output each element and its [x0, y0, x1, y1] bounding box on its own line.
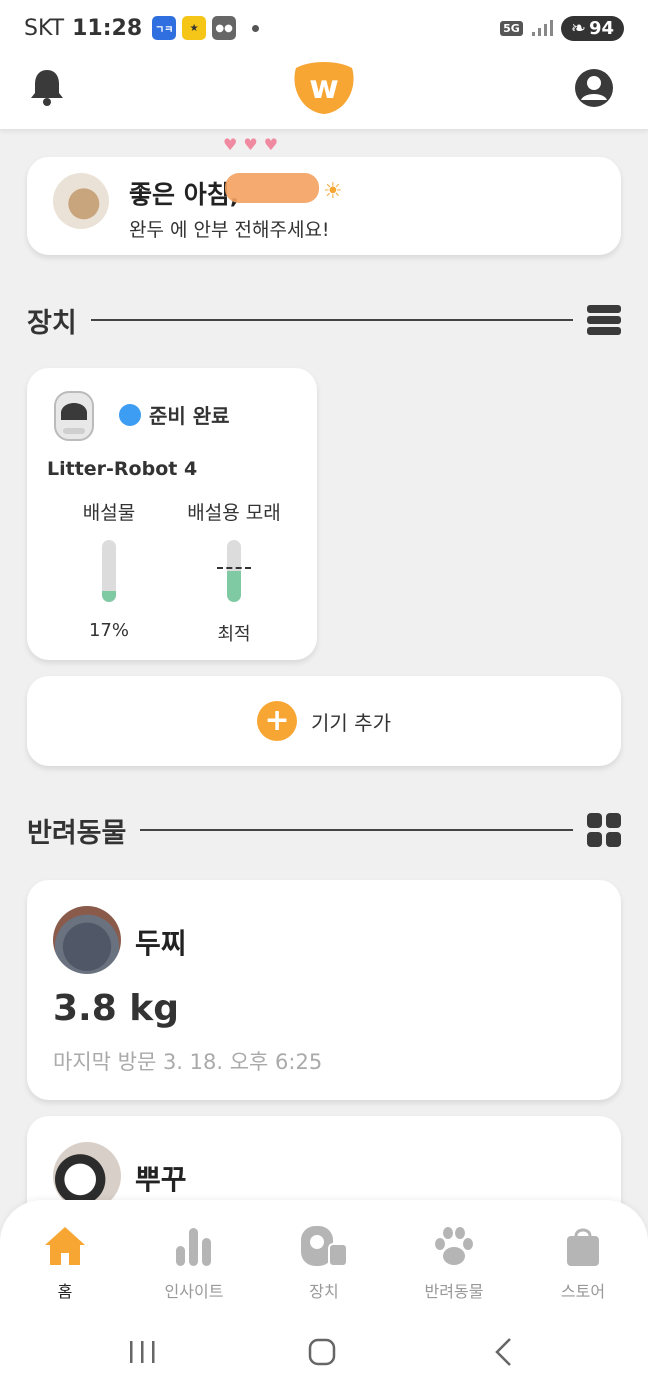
nav-label: 장치: [309, 1282, 339, 1301]
nav-label: 스토어: [560, 1282, 606, 1301]
store-bag-icon: [567, 1228, 599, 1266]
clock: 11:28: [72, 15, 143, 41]
recent-apps-icon[interactable]: [122, 1335, 162, 1369]
wandu-logo: w: [294, 62, 354, 114]
plus-icon: +: [257, 701, 298, 741]
home-button-icon[interactable]: [302, 1335, 342, 1369]
battery-leaf-icon: ❧: [570, 17, 586, 39]
divider: [140, 829, 573, 831]
insights-icon: [176, 1228, 211, 1266]
sun-icon: ☀: [323, 179, 343, 204]
greeting-title: 좋은 아침,: [129, 180, 240, 209]
section-title: 반려동물: [27, 817, 127, 849]
greeting-subtitle: 완두 에 안부 전해주세요!: [129, 219, 330, 241]
pet-name: 뿌꾸: [135, 1163, 187, 1196]
list-view-icon[interactable]: [587, 303, 621, 337]
litter-gauge: [227, 540, 241, 602]
waste-gauge-fill: [102, 591, 116, 602]
waste-label: 배설물: [82, 502, 136, 524]
device-icon: [301, 1226, 348, 1267]
device-status: 준비 완료: [149, 404, 230, 428]
system-navigation-bar: [0, 1315, 648, 1390]
nav-label: 반려동물: [424, 1282, 484, 1301]
app-icon-blue: ㄱㅋ: [152, 16, 177, 40]
profile-icon[interactable]: [574, 68, 614, 108]
app-icon-yellow: ★: [182, 16, 207, 40]
nav-label: 인사이트: [164, 1282, 224, 1301]
battery-level: 94: [588, 17, 614, 39]
pets-section-header: 반려동물: [27, 810, 621, 850]
nav-item-store[interactable]: 스토어: [528, 1224, 638, 1302]
pet-avatar: [53, 906, 121, 974]
back-icon[interactable]: [484, 1335, 524, 1369]
nav-item-devices[interactable]: 장치: [269, 1224, 379, 1302]
divider: [90, 319, 573, 321]
home-icon: [45, 1227, 85, 1265]
pet-weight: 3.8 kg: [53, 988, 180, 1029]
nav-item-insights[interactable]: 인사이트: [139, 1224, 249, 1302]
notification-icons: ㄱㅋ ★ ●●: [152, 16, 260, 40]
paw-icon: [435, 1227, 473, 1265]
device-name: Litter-Robot 4: [47, 458, 198, 480]
carrier: SKT: [24, 15, 65, 41]
bell-icon[interactable]: [26, 66, 68, 108]
waste-value: 17%: [88, 620, 129, 641]
status-indicator: [119, 404, 141, 426]
nav-item-home[interactable]: 홈: [10, 1224, 120, 1302]
avatar: [53, 173, 109, 229]
greeting-card: ♥♥♥ 좋은 아침, ☀ 완두 에 안부 전해주세요!: [27, 135, 621, 255]
network-indicator: 5G: [500, 20, 523, 36]
pet-name: 두찌: [135, 927, 187, 960]
app-icon-people: ●●: [212, 16, 237, 40]
pet-card[interactable]: 두찌 3.8 kg 마지막 방문 3. 18. 오후 6:25: [27, 880, 621, 1100]
add-device-button[interactable]: + 기기 추가: [27, 676, 621, 766]
battery-indicator: ❧ 94: [560, 15, 624, 41]
grid-view-icon[interactable]: [587, 813, 621, 847]
pet-last-visit: 마지막 방문 3. 18. 오후 6:25: [53, 1050, 323, 1074]
nav-label: 홈: [57, 1282, 73, 1301]
hearts-sticker-icon: ♥♥♥: [223, 135, 285, 154]
nav-item-pets[interactable]: 반려동물: [399, 1224, 509, 1302]
app-header: w: [0, 56, 648, 130]
litter-label: 배설용 모래: [187, 502, 281, 524]
more-notifications-dot: [252, 24, 260, 32]
signal-icon: [531, 20, 553, 36]
section-title: 장치: [27, 307, 77, 339]
logo-letter: w: [309, 68, 339, 106]
status-bar: SKT 11:28 ㄱㅋ ★ ●● 5G ❧ 94: [0, 0, 648, 56]
litter-optimal-marker: [217, 567, 251, 569]
waste-gauge: [102, 540, 116, 602]
device-card[interactable]: 준비 완료 Litter-Robot 4 배설물 17% 배설용 모래 최적: [27, 368, 317, 660]
add-device-label: 기기 추가: [311, 710, 391, 735]
litter-value: 최적: [217, 624, 251, 645]
litter-robot-icon: [54, 391, 94, 441]
user-name-sticker: [225, 173, 319, 203]
litter-gauge-fill: [227, 571, 241, 602]
devices-section-header: 장치: [27, 300, 621, 340]
bottom-navigation: 홈 인사이트 장치 반려동물 스토어: [0, 1200, 648, 1315]
